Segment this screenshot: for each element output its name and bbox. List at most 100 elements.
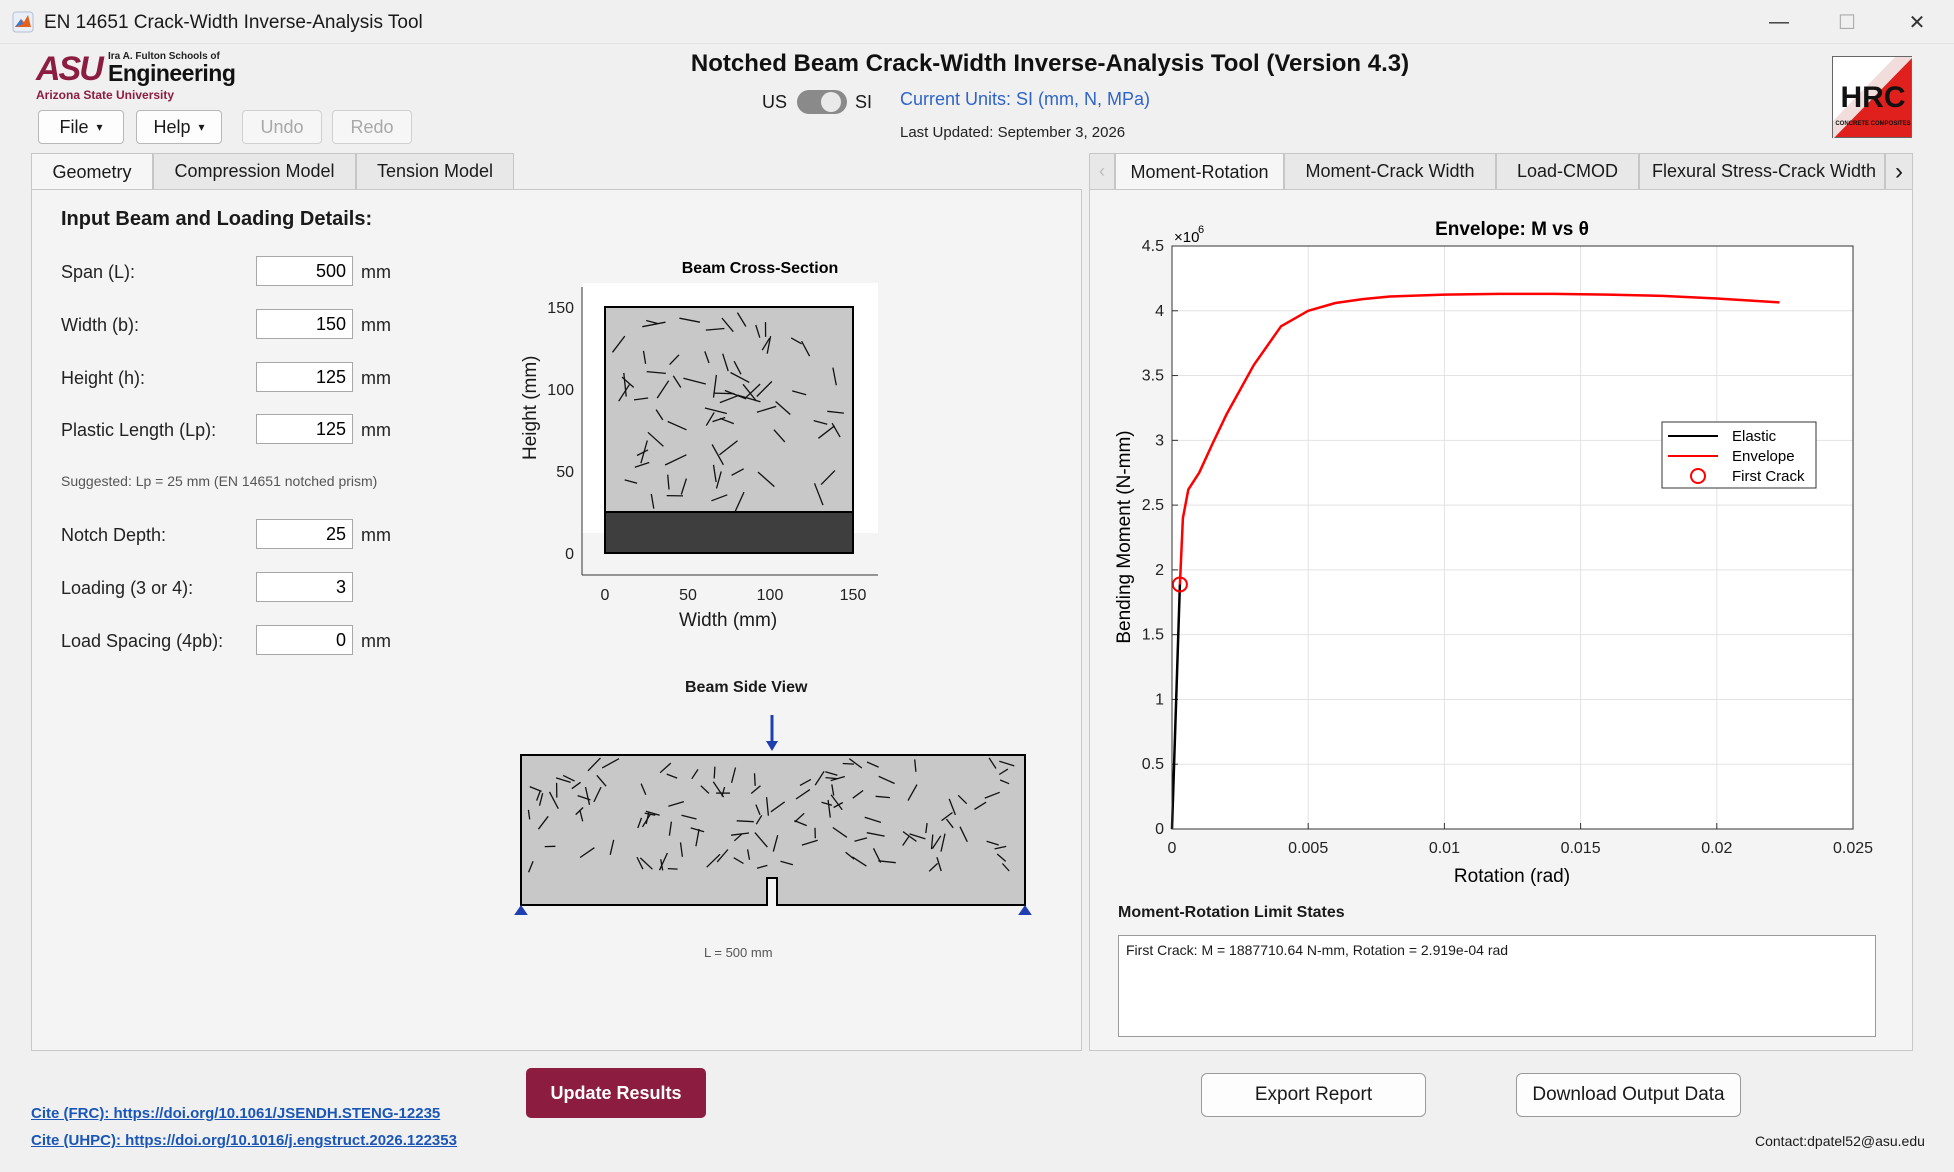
limit-states-heading: Moment-Rotation Limit States — [1118, 904, 1345, 921]
y-tick-label: 3.5 — [1142, 368, 1164, 385]
cite-uhpc-link[interactable]: Cite (UHPC): https://doi.org/10.1016/j.e… — [31, 1132, 457, 1149]
si-label: SI — [855, 92, 873, 112]
tab-flexural-stress-crack-width[interactable]: Flexural Stress-Crack Width — [1639, 153, 1885, 189]
span-dimension-label: L = 500 mm — [704, 945, 773, 960]
chart-title: Envelope: M vs θ — [1435, 219, 1589, 240]
y-tick-label: 2 — [1155, 562, 1164, 579]
x-tick-label: 0.01 — [1429, 840, 1460, 857]
tab-load-cmod[interactable]: Load-CMOD — [1496, 153, 1639, 189]
fiber-stroke — [713, 766, 716, 779]
legend-first-crack: First Crack — [1732, 468, 1805, 485]
notch-depth-input[interactable] — [256, 519, 353, 549]
plastic-length-label: Plastic Length (Lp): — [61, 420, 217, 440]
units-toggle[interactable] — [797, 90, 847, 114]
y-tick-label: 0 — [1155, 821, 1164, 838]
cs-y-tick: 150 — [547, 300, 574, 317]
load-spacing-input[interactable] — [256, 625, 353, 655]
hrc-logo: HRC CONCRETE COMPOSITES — [1832, 56, 1913, 139]
height-input[interactable] — [256, 362, 353, 392]
cross-section-plot: Beam Cross-Section 0 50 100 150 0 50 100… — [547, 260, 878, 600]
side-view-title: Beam Side View — [685, 679, 808, 696]
university-name: Arizona State University — [36, 88, 175, 102]
hrc-text: HRC — [1840, 81, 1906, 114]
loading-input[interactable] — [256, 572, 353, 602]
update-results-button[interactable]: Update Results — [526, 1068, 706, 1118]
last-updated: Last Updated: September 3, 2026 — [900, 124, 1126, 141]
width-input[interactable] — [256, 309, 353, 339]
tab-compression-model[interactable]: Compression Model — [153, 153, 356, 189]
y-tick-label: 4.5 — [1142, 238, 1164, 255]
span-unit: mm — [361, 262, 391, 282]
chart-ylabel: Bending Moment (N-mm) — [1114, 430, 1135, 643]
limit-states-textarea[interactable]: First Crack: M = 1887710.64 N-mm, Rotati… — [1118, 935, 1876, 1037]
notch-region — [604, 511, 854, 554]
redo-button[interactable]: Redo — [332, 110, 412, 144]
chart-legend: Elastic Envelope First Crack — [1661, 421, 1817, 489]
cross-section-title: Beam Cross-Section — [682, 260, 839, 277]
tab-moment-rotation[interactable]: Moment-Rotation — [1115, 153, 1284, 190]
tab-geometry[interactable]: Geometry — [31, 153, 153, 190]
width-unit: mm — [361, 315, 391, 335]
y-tick-label: 3 — [1155, 432, 1164, 449]
us-label: US — [762, 92, 788, 112]
x-tick-label: 0 — [1168, 840, 1177, 857]
toggle-knob — [821, 92, 841, 112]
export-report-button[interactable]: Export Report — [1201, 1073, 1426, 1117]
plastic-length-unit: mm — [361, 420, 391, 440]
y-tick-label: 2.5 — [1142, 497, 1164, 514]
cs-ylabel: Height (mm) — [520, 355, 541, 460]
fiber-stroke — [736, 820, 754, 823]
chart-y-multiplier-exp: 6 — [1198, 224, 1204, 236]
minimize-button[interactable]: — — [1750, 4, 1808, 40]
tab-moment-crack-width[interactable]: Moment-Crack Width — [1284, 153, 1496, 189]
close-button[interactable]: ✕ — [1888, 4, 1946, 40]
matlab-app-icon — [12, 11, 34, 33]
geometry-heading: Input Beam and Loading Details: — [61, 208, 373, 230]
cs-y-tick: 50 — [556, 464, 574, 481]
window-titlebar: EN 14651 Crack-Width Inverse-Analysis To… — [0, 0, 1954, 44]
window-title: EN 14651 Crack-Width Inverse-Analysis To… — [44, 12, 423, 33]
cs-xlabel: Width (mm) — [679, 610, 778, 631]
chevron-down-icon: ▾ — [198, 120, 205, 134]
plastic-length-input[interactable] — [256, 414, 353, 444]
cs-y-tick: 0 — [565, 546, 574, 563]
maximize-button[interactable]: ☐ — [1818, 4, 1876, 40]
width-label: Width (b): — [61, 315, 140, 335]
tab-scroll-left-icon[interactable]: ‹ — [1089, 153, 1115, 189]
cite-frc-link[interactable]: Cite (FRC): https://doi.org/10.1061/JSEN… — [31, 1105, 440, 1122]
engineering-wordmark: Engineering — [108, 60, 236, 86]
tab-tension-model[interactable]: Tension Model — [356, 153, 514, 189]
left-support-icon — [514, 905, 528, 915]
notch-depth-label: Notch Depth: — [61, 525, 167, 545]
help-menu-label: Help — [153, 116, 191, 137]
fiber-stroke — [753, 773, 756, 786]
y-tick-label: 0.5 — [1142, 756, 1164, 773]
x-tick-label: 0.025 — [1833, 840, 1873, 857]
load-spacing-label: Load Spacing (4pb): — [61, 631, 224, 651]
cs-x-tick: 50 — [679, 587, 697, 600]
hrc-subtext: CONCRETE COMPOSITES — [1835, 121, 1911, 127]
right-support-icon — [1018, 905, 1032, 915]
loading-label: Loading (3 or 4): — [61, 578, 194, 598]
file-menu-button[interactable]: File ▾ — [38, 110, 124, 144]
limit-states-text: First Crack: M = 1887710.64 N-mm, Rotati… — [1126, 942, 1509, 958]
help-menu-button[interactable]: Help ▾ — [136, 110, 222, 144]
download-output-button[interactable]: Download Output Data — [1516, 1073, 1741, 1117]
asu-logo: ASU Ira A. Fulton Schools of Engineering… — [36, 50, 256, 104]
tab-scroll-right-icon[interactable]: › — [1885, 153, 1913, 189]
y-tick-label: 4 — [1155, 303, 1164, 320]
fiber-stroke — [667, 867, 678, 870]
beam-body — [520, 754, 1026, 906]
right-tab-group: ‹ Moment-Rotation Moment-Crack Width Loa… — [1089, 153, 1913, 1051]
chevron-down-icon: ▾ — [96, 120, 103, 134]
span-label: Span (L): — [61, 262, 136, 282]
undo-button[interactable]: Undo — [242, 110, 322, 144]
span-input[interactable] — [256, 256, 353, 286]
height-label: Height (h): — [61, 368, 146, 388]
app-title: Notched Beam Crack-Width Inverse-Analysi… — [690, 50, 1410, 77]
left-tab-group: Geometry Compression Model Tension Model… — [31, 153, 1082, 1051]
file-menu-label: File — [59, 116, 89, 137]
load-arrow-icon — [766, 741, 778, 751]
cs-x-tick: 150 — [840, 587, 867, 600]
lp-suggestion: Suggested: Lp = 25 mm (EN 14651 notched … — [61, 473, 378, 489]
